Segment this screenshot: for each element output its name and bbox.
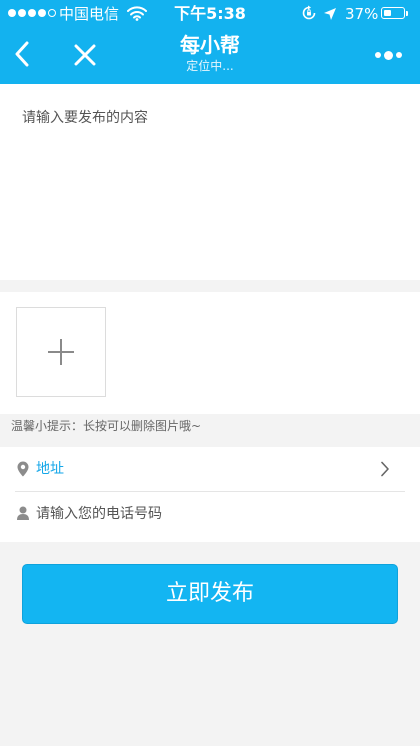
header: 中国电信 下午5:38 37% 每小帮 定位中...	[0, 0, 420, 84]
battery-tip	[406, 11, 408, 16]
row-divider	[15, 491, 405, 492]
close-button[interactable]	[68, 38, 102, 72]
more-icon	[374, 52, 381, 58]
battery-icon	[381, 7, 405, 19]
title-group: 每小帮 定位中...	[110, 32, 310, 74]
status-bar: 中国电信 下午5:38 37%	[0, 0, 420, 28]
page-title: 每小帮	[180, 33, 240, 57]
chevron-left-icon	[15, 41, 29, 67]
close-icon	[74, 44, 96, 66]
content-section	[0, 84, 420, 280]
orientation-lock-icon	[301, 5, 317, 25]
chevron-right-icon	[380, 461, 390, 481]
publish-button[interactable]: 立即发布	[22, 564, 398, 624]
address-row[interactable]: 地址	[0, 447, 420, 491]
nav-bar: 每小帮 定位中...	[0, 28, 420, 84]
add-image-button[interactable]	[16, 307, 106, 397]
plus-icon	[48, 339, 74, 365]
battery-percent: 37%	[345, 5, 379, 23]
info-section: 地址	[0, 447, 420, 542]
more-button[interactable]	[368, 42, 408, 68]
content-input[interactable]	[0, 84, 420, 280]
page-subtitle: 定位中...	[186, 59, 234, 73]
image-upload-section	[0, 292, 420, 414]
screen: 中国电信 下午5:38 37% 每小帮 定位中... 请输入要发布的内容 温馨小…	[0, 0, 420, 746]
address-label: 地址	[36, 461, 64, 477]
back-button[interactable]	[6, 38, 38, 70]
location-arrow-icon	[323, 6, 337, 25]
map-pin-icon	[17, 461, 29, 481]
person-icon	[17, 505, 29, 524]
image-tip: 温馨小提示：长按可以删除图片哦~	[11, 419, 202, 433]
phone-input[interactable]	[32, 502, 400, 526]
